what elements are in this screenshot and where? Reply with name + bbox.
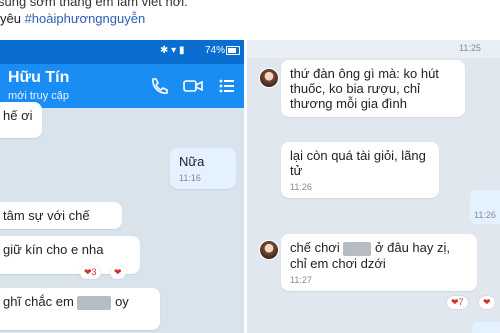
- message-text: giữ kín cho e nha: [3, 242, 104, 257]
- status-bar: ✱ ▾ ▮ 74%: [0, 40, 244, 64]
- message-time: 11:16: [179, 173, 201, 183]
- message-text-before: ghĩ chắc em: [3, 294, 74, 309]
- avatar[interactable]: [259, 68, 279, 88]
- message-text: thứ đàn ông gì mà: ko hút thuốc, ko bia …: [290, 66, 439, 111]
- video-call-icon[interactable]: [182, 76, 204, 96]
- status-icons: ✱ ▾ ▮: [160, 45, 185, 56]
- message-bubble-sent: [472, 322, 500, 333]
- message-time: 11:26: [474, 210, 496, 220]
- contact-name: Hữu Tín: [8, 69, 70, 86]
- hashtag-link[interactable]: #hoàiphươngnguyễn: [25, 11, 146, 26]
- message-bubble: lại còn quá tài giỏi, lãng tử 11:26: [281, 142, 439, 198]
- post-caption: sung sớm thăng em làm viết nơi. yêu #hoà…: [0, 0, 500, 40]
- caption-line-1: sung sớm thăng em làm viết nơi.: [0, 0, 188, 9]
- heart-icon[interactable]: ❤: [479, 296, 495, 309]
- message-bubble: chế chơi ở đâu hay zị, chỉ em chơi dzới …: [281, 234, 477, 291]
- message-time: 11:26: [290, 182, 312, 192]
- chat-header: Hữu Tín mới truy cập: [0, 64, 244, 108]
- caption-line-2: yêu #hoàiphươngnguyễn: [0, 11, 145, 26]
- left-chat-screenshot: ✱ ▾ ▮ 74% Hữu Tín mới truy cập hế ơi Nữa…: [0, 40, 244, 333]
- redacted-block: [343, 241, 372, 256]
- right-chat-screenshot: 11:25 thứ đàn ông gì mà: ko hút thuốc, k…: [247, 30, 500, 333]
- redacted-block: [77, 295, 112, 310]
- message-time: 11:27: [290, 274, 312, 285]
- reaction-badge[interactable]: ❤3: [80, 266, 101, 279]
- call-icon[interactable]: [148, 76, 170, 96]
- message-time: 11:25: [459, 43, 481, 53]
- battery-percent: 74%: [205, 45, 226, 56]
- heart-icon[interactable]: ❤: [110, 266, 126, 279]
- reaction-badge[interactable]: ❤7: [447, 296, 468, 309]
- message-text: lại còn quá tài giỏi, lãng tử: [290, 148, 426, 178]
- message-text-wrap: chế chơi ở đâu hay zị, chỉ em chơi dzới: [290, 240, 468, 271]
- message-text: hế ơi: [3, 108, 33, 123]
- battery-icon: [226, 46, 240, 55]
- menu-icon[interactable]: [216, 76, 238, 96]
- avatar[interactable]: [259, 240, 279, 260]
- message-text: Nữa: [179, 154, 205, 169]
- message-text-after: oy: [115, 294, 129, 309]
- message-text: tâm sự với chế: [3, 208, 90, 223]
- caption-prefix: yêu: [0, 11, 25, 26]
- message-bubble: hế ơi: [0, 102, 42, 138]
- message-text-before: chế chơi: [290, 240, 340, 255]
- message-bubble-sent: Nữa 11:16: [170, 148, 236, 189]
- message-bubble: ghĩ chắc em oy: [0, 288, 160, 330]
- contact-status: mới truy cập: [8, 90, 70, 102]
- message-bubble: tâm sự với chế: [0, 202, 122, 229]
- message-bubble-sent: 11:26: [470, 190, 500, 224]
- message-bubble: thứ đàn ông gì mà: ko hút thuốc, ko bia …: [281, 60, 465, 117]
